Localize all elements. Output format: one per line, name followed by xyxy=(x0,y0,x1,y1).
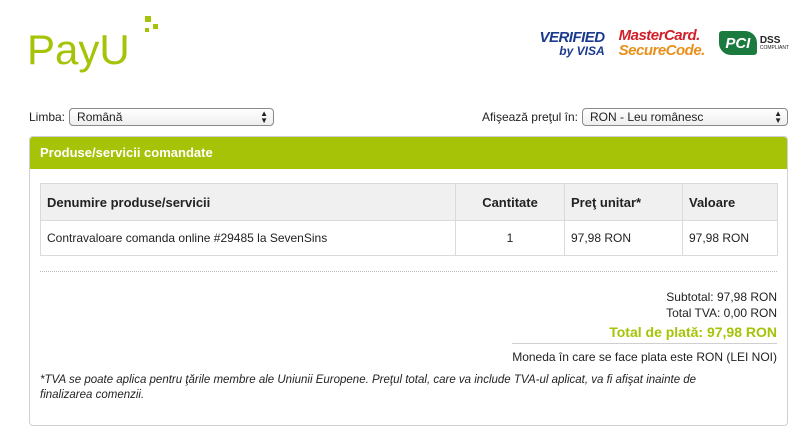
unit-price-cell: 97,98 RON xyxy=(564,220,683,256)
language-selector-group: Limba: Română ▲ ▼ xyxy=(29,108,275,126)
pci-dss-badge: PCI DSS COMPLIANT xyxy=(718,31,789,55)
vat-total: Total TVA: 0,00 RON xyxy=(666,306,777,320)
mastercard-securecode-badge: MasterCard. SecureCode. xyxy=(618,27,706,59)
verified-by-visa-badge: VERIFIED by VISA xyxy=(539,28,605,58)
subtotal: Subtotal: 97,98 RON xyxy=(666,290,777,304)
security-badges: VERIFIED by VISA MasterCard. SecureCode.… xyxy=(539,28,789,58)
divider xyxy=(40,271,777,272)
currency-select[interactable]: RON - Leu românesc ▲ ▼ xyxy=(582,108,788,126)
products-table: Denumire produse/servicii Cantitate Preţ… xyxy=(40,183,778,256)
language-select[interactable]: Română ▲ ▼ xyxy=(69,108,275,126)
currency-selector-group: Afişează preţul în: RON - Leu românesc ▲… xyxy=(482,108,788,126)
col-unit-price: Preţ unitar* xyxy=(564,183,683,221)
pci-shield-icon: PCI xyxy=(718,31,757,55)
product-name-cell: Contravaloare comanda online #29485 la S… xyxy=(40,220,456,256)
col-product-name: Denumire produse/servicii xyxy=(40,183,456,221)
table-row: Contravaloare comanda online #29485 la S… xyxy=(40,220,778,256)
quantity-cell: 1 xyxy=(455,220,565,256)
payu-logo: PayU xyxy=(27,14,167,79)
col-quantity: Cantitate xyxy=(455,183,565,221)
payu-logo-text: PayU xyxy=(27,26,130,73)
value-cell: 97,98 RON xyxy=(682,220,778,256)
payment-currency-note: Moneda în care se face plata este RON (L… xyxy=(512,343,777,365)
order-panel: Produse/servicii comandate Denumire prod… xyxy=(29,136,788,426)
language-label: Limba: xyxy=(29,110,66,124)
grand-total: Total de plată: 97,98 RON xyxy=(609,324,777,340)
select-arrows-icon: ▲ ▼ xyxy=(260,109,269,125)
col-value: Valoare xyxy=(682,183,778,221)
select-arrows-icon: ▲ ▼ xyxy=(774,109,782,125)
vat-footnote: *TVA se poate aplica pentru ţările membr… xyxy=(40,374,697,401)
currency-label: Afişează preţul în: xyxy=(481,110,578,124)
panel-title: Produse/servicii comandate xyxy=(30,137,787,169)
totals-block: Subtotal: 97,98 RON Total TVA: 0,00 RON … xyxy=(512,289,777,365)
table-header-row: Denumire produse/servicii Cantitate Preţ… xyxy=(40,183,778,221)
